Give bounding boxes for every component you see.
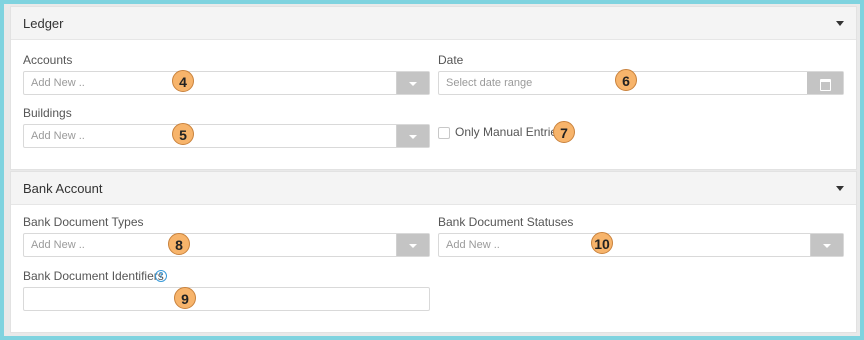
doc-types-select[interactable]: Add New .. <box>23 233 430 257</box>
doc-statuses-dropdown-button[interactable] <box>810 234 843 256</box>
calendar-icon <box>820 79 831 91</box>
annotation-badge-4: 4 <box>172 70 194 92</box>
chevron-down-icon <box>409 135 417 139</box>
doc-types-dropdown-button[interactable] <box>396 234 429 256</box>
date-label: Date <box>438 53 464 67</box>
doc-types-placeholder: Add New .. <box>31 239 85 251</box>
help-icon[interactable]: ? <box>155 270 167 282</box>
date-placeholder: Select date range <box>446 77 533 89</box>
calendar-button[interactable] <box>807 72 843 94</box>
accounts-placeholder: Add New .. <box>31 77 85 89</box>
collapse-caret-icon[interactable] <box>836 21 844 26</box>
doc-statuses-select[interactable]: Add New .. <box>438 233 844 257</box>
annotation-badge-7: 7 <box>553 121 575 143</box>
annotation-badge-10: 10 <box>591 232 613 254</box>
ledger-panel: Ledger Accounts Add New .. Date Select d… <box>10 6 857 170</box>
annotation-badge-9: 9 <box>174 287 196 309</box>
buildings-placeholder: Add New .. <box>31 130 85 142</box>
buildings-label: Buildings <box>23 106 72 120</box>
buildings-select[interactable]: Add New .. <box>23 124 430 148</box>
accounts-select[interactable]: Add New .. <box>23 71 430 95</box>
chevron-down-icon <box>409 82 417 86</box>
chevron-down-icon <box>823 244 831 248</box>
accounts-dropdown-button[interactable] <box>396 72 429 94</box>
ledger-panel-header[interactable]: Ledger <box>11 7 856 40</box>
doc-identifiers-input[interactable] <box>23 287 430 311</box>
doc-statuses-placeholder: Add New .. <box>446 239 500 251</box>
manual-entries-label[interactable]: Only Manual Entries <box>455 125 563 139</box>
doc-identifiers-label: Bank Document Identifiers <box>23 269 164 283</box>
doc-types-label: Bank Document Types <box>23 215 144 229</box>
date-range-input[interactable]: Select date range <box>438 71 844 95</box>
manual-entries-checkbox[interactable] <box>438 127 450 139</box>
bank-account-panel: Bank Account Bank Document Types Add New… <box>10 171 857 333</box>
annotation-badge-5: 5 <box>172 123 194 145</box>
doc-statuses-label: Bank Document Statuses <box>438 215 574 229</box>
buildings-dropdown-button[interactable] <box>396 125 429 147</box>
accounts-label: Accounts <box>23 53 73 67</box>
bank-account-panel-title: Bank Account <box>23 181 103 196</box>
ledger-panel-title: Ledger <box>23 16 64 31</box>
annotation-badge-6: 6 <box>615 69 637 91</box>
filter-frame: Ledger Accounts Add New .. Date Select d… <box>4 4 860 336</box>
bank-account-panel-header[interactable]: Bank Account <box>11 172 856 205</box>
collapse-caret-icon[interactable] <box>836 186 844 191</box>
chevron-down-icon <box>409 244 417 248</box>
annotation-badge-8: 8 <box>168 233 190 255</box>
